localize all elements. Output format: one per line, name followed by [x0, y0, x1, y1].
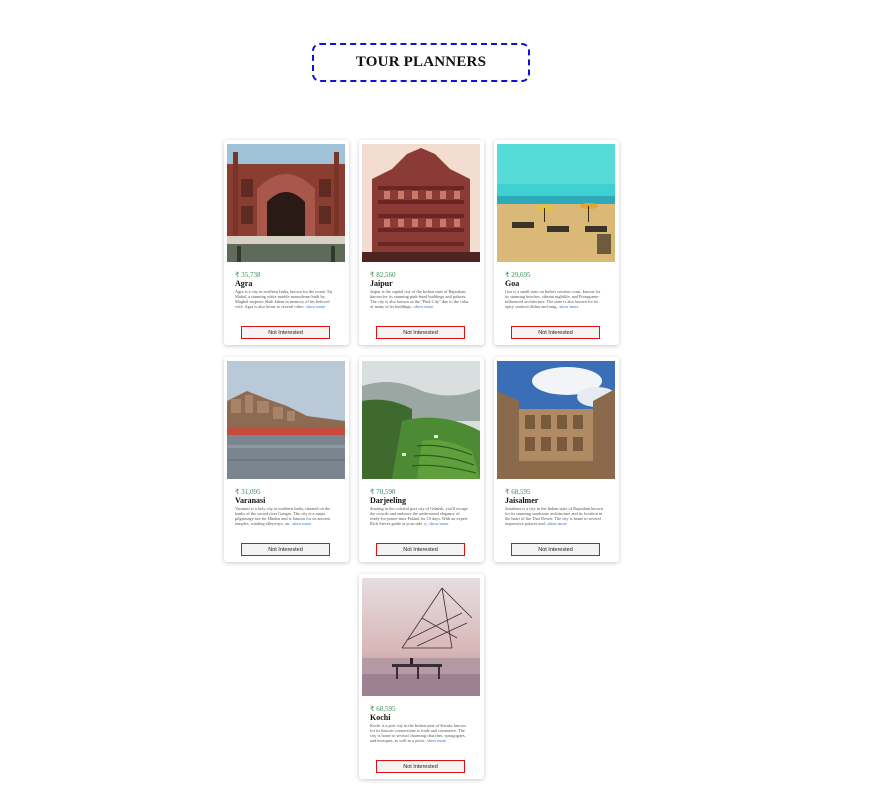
tour-grid: ₹ 35,738 Agra Agra is a city in northern… [224, 140, 620, 779]
goa-photo [497, 144, 615, 262]
tour-card: ₹ 82,560 Jaipur Jaipur is the capital ci… [359, 140, 484, 345]
not-interested-button[interactable]: Not Interested [511, 543, 600, 556]
tour-name: Jaipur [370, 279, 393, 288]
show-more-link[interactable]: ...show more [545, 521, 567, 526]
not-interested-button[interactable]: Not Interested [241, 543, 330, 556]
tour-description-text: Goa is a small state on India's western … [505, 289, 601, 310]
agra-photo [227, 144, 345, 262]
tour-name: Darjeeling [370, 496, 406, 505]
tour-description: Varanasi is a holy city in northern Indi… [235, 506, 335, 536]
tour-name: Agra [235, 279, 253, 288]
tour-description: Jaisalmer is a city in the Indian state … [505, 506, 605, 536]
tour-price: ₹ 29,695 [505, 271, 531, 279]
tour-description: Starting in the colorful port city of Gd… [370, 506, 470, 536]
varanasi-photo [227, 361, 345, 479]
show-more-link[interactable]: ...show more [303, 304, 325, 309]
show-more-link[interactable]: ...show more [411, 304, 433, 309]
tour-description: Jaipur is the capital city of the Indian… [370, 289, 470, 319]
tour-price: ₹ 68,595 [370, 705, 396, 713]
tour-card: ₹ 68,595 Kochi Kochi is a port city in t… [359, 574, 484, 779]
tour-price: ₹ 68,595 [505, 488, 531, 496]
tour-name: Jaisalmer [505, 496, 539, 505]
tour-name: Goa [505, 279, 520, 288]
not-interested-button[interactable]: Not Interested [511, 326, 600, 339]
not-interested-button[interactable]: Not Interested [376, 326, 465, 339]
tour-name: Kochi [370, 713, 391, 722]
tour-price: ₹ 35,738 [235, 271, 261, 279]
page: TOUR PLANNERS ₹ 35,738 Agra Agra is a ci… [0, 0, 877, 797]
show-more-link[interactable]: ...show more [556, 304, 578, 309]
tour-description: Goa is a small state on India's western … [505, 289, 605, 319]
tour-description-text: Starting in the colorful port city of Gd… [370, 506, 468, 527]
tour-description-text: Kochi is a port city in the Indian state… [370, 723, 466, 744]
show-more-link[interactable]: ...show more [426, 521, 448, 526]
tour-price: ₹ 78,598 [370, 488, 396, 496]
tour-description: Agra is a city in northern India, known … [235, 289, 335, 319]
tour-price: ₹ 82,560 [370, 271, 396, 279]
show-more-link[interactable]: ...show more [289, 521, 311, 526]
kochi-photo [362, 578, 480, 696]
tour-card: ₹ 68,595 Jaisalmer Jaisalmer is a city i… [494, 357, 619, 562]
not-interested-button[interactable]: Not Interested [241, 326, 330, 339]
page-title: TOUR PLANNERS [312, 43, 530, 82]
tour-description: Kochi is a port city in the Indian state… [370, 723, 470, 753]
not-interested-button[interactable]: Not Interested [376, 543, 465, 556]
jaisalmer-photo [497, 361, 615, 479]
tour-price: ₹ 31,095 [235, 488, 261, 496]
tour-card: ₹ 29,695 Goa Goa is a small state on Ind… [494, 140, 619, 345]
tour-card: ₹ 35,738 Agra Agra is a city in northern… [224, 140, 349, 345]
show-more-link[interactable]: ...show more [424, 738, 446, 743]
not-interested-button[interactable]: Not Interested [376, 760, 465, 773]
tour-description-text: Varanasi is a holy city in northern Indi… [235, 506, 331, 527]
tour-card: ₹ 31,095 Varanasi Varanasi is a holy cit… [224, 357, 349, 562]
jaipur-photo [362, 144, 480, 262]
tour-card: ₹ 78,598 Darjeeling Starting in the colo… [359, 357, 484, 562]
tour-name: Varanasi [235, 496, 266, 505]
darjeeling-photo [362, 361, 480, 479]
